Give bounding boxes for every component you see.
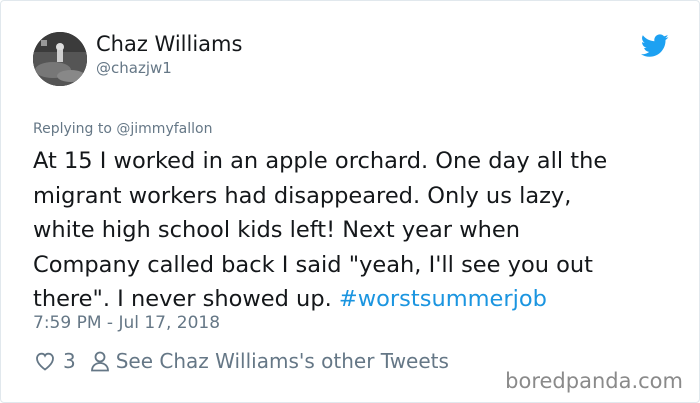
hashtag-link[interactable]: #worstsummerjob bbox=[339, 286, 547, 312]
like-count: 3 bbox=[63, 349, 76, 373]
twitter-bird-icon[interactable] bbox=[641, 34, 669, 58]
avatar-photo bbox=[33, 32, 87, 86]
tweet-body: At 15 I worked in an apple orchard. One … bbox=[33, 144, 673, 317]
tweet-body-line: At 15 I worked in an apple orchard. One … bbox=[33, 148, 608, 174]
boredpanda-watermark: boredpanda.com bbox=[505, 369, 683, 393]
author-avatar[interactable] bbox=[33, 32, 87, 86]
tweet-actions: 3 See Chaz Williams's other Tweets bbox=[33, 347, 449, 375]
tweet-body-last-line: there". I never showed up. #worstsummerj… bbox=[33, 282, 673, 317]
tweet-body-line: Company called back I said "yeah, I'll s… bbox=[33, 251, 593, 278]
author-handle[interactable]: @chazjw1 bbox=[96, 59, 172, 77]
tweet-timestamp[interactable]: 7:59 PM - Jul 17, 2018 bbox=[33, 313, 220, 333]
replying-to-prefix: Replying to bbox=[33, 121, 117, 137]
tweet-card: Chaz Williams @chazjw1 Replying to @jimm… bbox=[0, 0, 700, 403]
author-display-name[interactable]: Chaz Williams bbox=[96, 32, 242, 56]
tweet-body-line: white high school kids left! Next year w… bbox=[33, 217, 520, 243]
tweet-body-line: migrant workers had disappeared. Only us… bbox=[33, 182, 572, 209]
replying-to: Replying to @jimmyfallon bbox=[33, 121, 212, 137]
heart-icon[interactable] bbox=[33, 349, 57, 373]
tweet-body-line: there". I never showed up. bbox=[33, 286, 339, 312]
see-other-tweets-link[interactable]: See Chaz Williams's other Tweets bbox=[116, 349, 449, 373]
replying-to-mention[interactable]: @jimmyfallon bbox=[116, 121, 212, 137]
person-icon[interactable] bbox=[88, 349, 110, 373]
